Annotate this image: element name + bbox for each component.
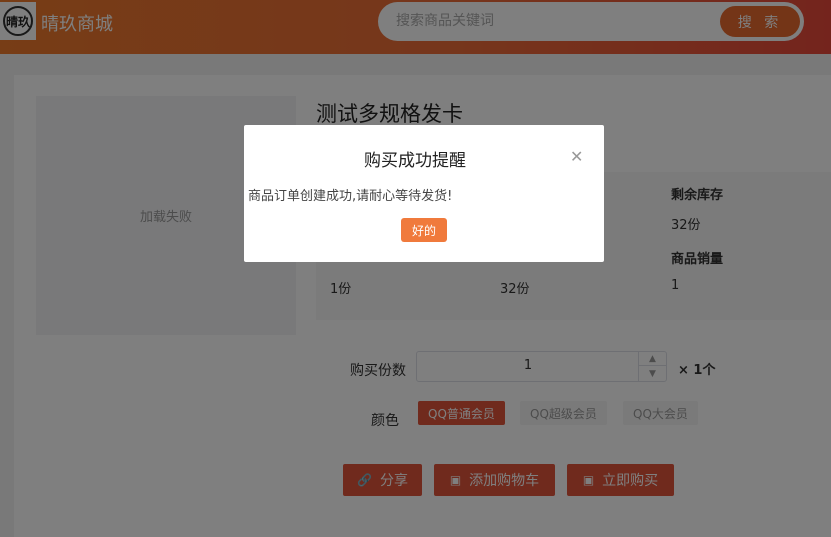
dialog-title: 购买成功提醒 — [364, 151, 466, 171]
modal-overlay[interactable] — [0, 0, 831, 537]
dialog-message: 商品订单创建成功,请耐心等待发货! — [248, 189, 453, 204]
close-icon[interactable]: ✕ — [570, 147, 583, 166]
ok-button[interactable]: 好的 — [401, 218, 447, 242]
success-dialog: 购买成功提醒 ✕ 商品订单创建成功,请耐心等待发货! 好的 — [244, 125, 604, 262]
